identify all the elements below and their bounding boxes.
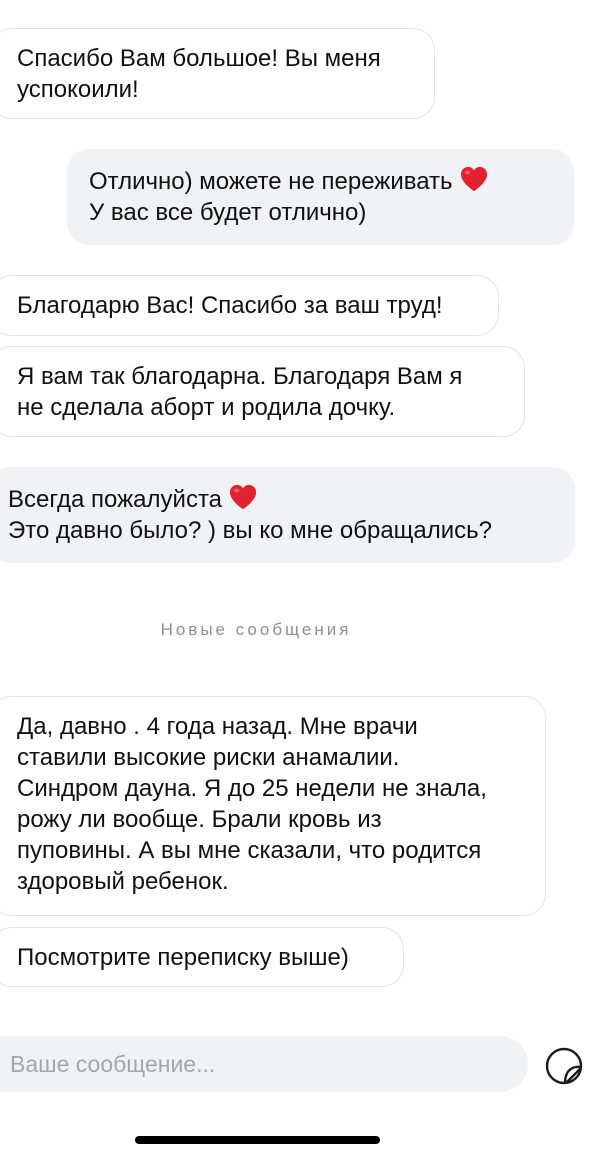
heart-emoji-icon [229,484,257,510]
message-text-line: Это давно было? ) вы ко мне обращались? [8,517,493,544]
sticker-icon[interactable] [544,1046,584,1086]
message-text-line: Я вам так благодарна. Благодаря Вам я [17,363,463,390]
message-bubble-incoming[interactable]: Спасибо Вам большое! Вы меня успокоили! [0,28,435,119]
message-bubble-outgoing[interactable]: Всегда пожалуйста Это давно было? ) вы к… [0,467,575,563]
message-text-line: не сделала аборт и родила дочку. [17,394,396,421]
heart-emoji-icon [460,166,487,192]
message-text-line: Отлично) можете не переживать [89,168,453,195]
message-text-line: ставили высокие риски анамалии. [17,744,400,771]
message-text-line: Да, давно . 4 года назад. Мне врачи [17,713,418,740]
message-text-line: успокоили! [17,76,139,103]
message-text-line: У вас все будет отлично) [89,199,367,226]
message-text-line: Посмотрите переписку выше) [17,944,349,971]
message-text-line: здоровый ребенок. [17,868,229,895]
message-text-line: рожу ли вообще. Брали кровь из [17,806,382,833]
message-bubble-outgoing[interactable]: Отлично) можете не переживать У вас все … [67,149,574,245]
message-bubble-incoming[interactable]: Посмотрите переписку выше) [0,927,404,987]
message-text-line: Благодарю Вас! Спасибо за ваш труд! [17,292,443,319]
message-bubble-incoming[interactable]: Я вам так благодарна. Благодаря Вам я не… [0,346,525,437]
message-text-line: Всегда пожалуйста [8,486,223,513]
message-text-line: Спасибо Вам большое! Вы меня [17,45,381,72]
message-bubble-incoming[interactable]: Благодарю Вас! Спасибо за ваш труд! [0,275,499,336]
new-messages-divider: Новые сообщения [160,620,352,639]
message-text-line: Синдром дауна. Я до 25 недели не знала, [17,775,487,802]
home-indicator[interactable] [135,1136,380,1144]
message-input[interactable] [0,1036,528,1092]
message-text-line: пуповины. А вы мне сказали, что родится [17,837,482,864]
message-bubble-incoming[interactable]: Да, давно . 4 года назад. Мне врачи став… [0,696,546,916]
